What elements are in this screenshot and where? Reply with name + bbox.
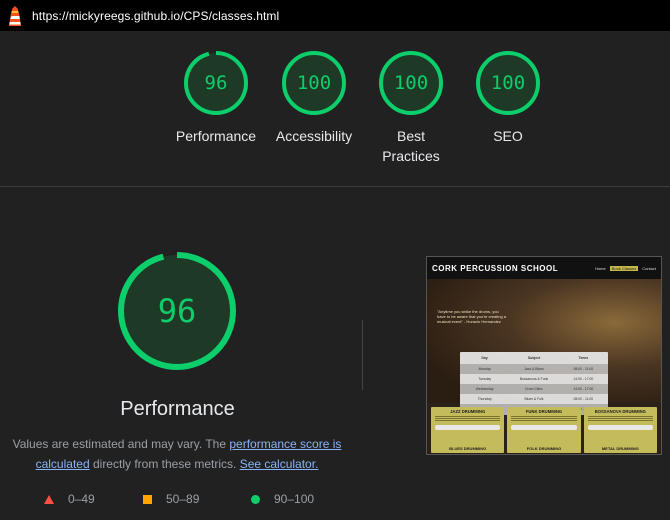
gauge-circle: 100 bbox=[378, 50, 444, 116]
card-text-line bbox=[511, 418, 577, 419]
thumb-nav-contact: Contact bbox=[642, 265, 656, 271]
gauge-label: Best Practices bbox=[382, 128, 440, 164]
table-cell: Jazz & Blues bbox=[524, 367, 544, 371]
performance-description: Values are estimated and may vary. The p… bbox=[12, 434, 342, 474]
performance-title: Performance bbox=[120, 398, 235, 420]
card-title: BOSSANOVA DRUMMING bbox=[594, 409, 646, 414]
legend-range: 50–89 bbox=[166, 492, 200, 506]
table-header-cell: Day bbox=[481, 356, 488, 360]
category-gauges: 96 Performance 100 Accessibility 100 Bes… bbox=[0, 50, 670, 180]
thumb-nav-book: Book Classes bbox=[609, 265, 639, 271]
table-header-cell: Subject bbox=[527, 356, 541, 360]
gauge-score: 100 bbox=[296, 72, 332, 94]
table-cell: Tuesday bbox=[478, 377, 492, 381]
audio-player bbox=[511, 425, 577, 430]
card-text-line bbox=[587, 420, 653, 421]
table-row: Thursday Blues & Folk 08:00 - 11:00 bbox=[460, 394, 608, 404]
gauge-performance[interactable]: 96 Performance bbox=[166, 50, 266, 146]
page-url[interactable]: https://mickyreegs.github.io/CPS/classes… bbox=[32, 9, 279, 23]
performance-score: 96 bbox=[157, 292, 197, 330]
thumb-navbar: CORK PERCUSSION SCHOOL Home Book Classes… bbox=[427, 257, 661, 279]
green-circle-icon bbox=[251, 494, 260, 504]
audio-player bbox=[587, 425, 653, 430]
table-row: Monday Jazz & Blues 08:00 - 11:00 bbox=[460, 364, 608, 374]
table-cell: 08:00 - 11:00 bbox=[573, 397, 594, 401]
card-text-line bbox=[587, 418, 653, 419]
card-title: FOLK DRUMMING bbox=[526, 446, 562, 451]
orange-square-icon bbox=[143, 494, 152, 504]
hero-image: "Anytime you strike the drums, you have … bbox=[427, 279, 661, 415]
table-cell: Thursday bbox=[477, 397, 492, 401]
table-cell: Wednesday bbox=[475, 387, 494, 391]
gauge-score: 100 bbox=[490, 72, 526, 94]
table-cell: 08:00 - 11:00 bbox=[573, 367, 594, 371]
card-text-line bbox=[587, 416, 653, 417]
thumb-nav-home: Home bbox=[595, 265, 606, 271]
legend-range: 90–100 bbox=[274, 492, 315, 506]
gauge-score: 96 bbox=[204, 72, 228, 94]
legend-pass: 90–100 bbox=[251, 492, 314, 506]
red-triangle-icon bbox=[44, 494, 54, 504]
legend-average: 50–89 bbox=[143, 492, 199, 506]
class-cards: JAZZ DRUMMING BLUES DRUMMING FUNK DRUMMI… bbox=[431, 407, 657, 453]
card-text-line bbox=[435, 418, 501, 419]
audio-player bbox=[435, 425, 501, 430]
gauge-best-practices[interactable]: 100 Best Practices bbox=[361, 50, 461, 166]
card-text-line bbox=[511, 420, 577, 421]
gauge-label: SEO bbox=[493, 128, 523, 144]
performance-gauge-large: 96 bbox=[116, 250, 238, 372]
table-cell: Drum Clinic bbox=[525, 387, 543, 391]
card-title: FUNK DRUMMING bbox=[525, 409, 563, 414]
card-text-line bbox=[435, 416, 501, 417]
table-header: Day Subject Times bbox=[460, 352, 608, 364]
table-cell: 14:00 - 17:00 bbox=[573, 377, 594, 381]
gauge-circle: 100 bbox=[281, 50, 347, 116]
card-title: METAL DRUMMING bbox=[601, 446, 639, 451]
class-card: JAZZ DRUMMING BLUES DRUMMING bbox=[431, 407, 505, 453]
lighthouse-icon bbox=[9, 5, 21, 26]
desc-text: directly from these metrics. bbox=[89, 457, 240, 471]
class-card: FUNK DRUMMING FOLK DRUMMING bbox=[507, 407, 581, 453]
gauge-score: 100 bbox=[393, 72, 429, 94]
desc-text: Values are estimated and may vary. The bbox=[12, 437, 230, 451]
table-header-cell: Times bbox=[578, 356, 589, 360]
legend-fail: 0–49 bbox=[44, 492, 95, 506]
card-title: JAZZ DRUMMING bbox=[450, 409, 486, 414]
gauge-circle: 96 bbox=[183, 50, 249, 116]
final-screenshot-thumbnail[interactable]: "Anytime you strike the drums, you have … bbox=[426, 256, 662, 455]
card-title: BLUES DRUMMING bbox=[449, 446, 487, 451]
gauge-label: Accessibility bbox=[275, 128, 353, 144]
hero-quote: "Anytime you strike the drums, you have … bbox=[437, 309, 507, 324]
class-card: BOSSANOVA DRUMMING METAL DRUMMING bbox=[583, 407, 657, 453]
table-cell: 14:00 - 17:00 bbox=[573, 387, 594, 391]
gauge-label: Performance bbox=[175, 128, 257, 144]
section-divider bbox=[0, 186, 670, 187]
thumb-brand: CORK PERCUSSION SCHOOL bbox=[432, 263, 559, 273]
table-cell: Blues & Folk bbox=[524, 397, 544, 401]
gauge-accessibility[interactable]: 100 Accessibility bbox=[264, 50, 364, 146]
table-cell: Monday bbox=[478, 367, 491, 371]
table-row: Tuesday Bossanova & Funk 14:00 - 17:00 bbox=[460, 374, 608, 384]
schedule-table: Day Subject Times Monday Jazz & Blues 08… bbox=[460, 352, 608, 415]
vertical-separator bbox=[362, 320, 363, 390]
legend-range: 0–49 bbox=[68, 492, 95, 506]
browser-topbar: https://mickyreegs.github.io/CPS/classes… bbox=[0, 0, 670, 31]
card-text-line bbox=[435, 420, 501, 421]
thumb-nav-links: Home Book Classes Contact bbox=[595, 265, 656, 271]
table-row: Wednesday Drum Clinic 14:00 - 17:00 bbox=[460, 384, 608, 394]
gauge-seo[interactable]: 100 SEO bbox=[458, 50, 558, 146]
gauge-circle: 100 bbox=[475, 50, 541, 116]
card-text-line bbox=[511, 416, 577, 417]
see-calculator-link[interactable]: See calculator. bbox=[240, 457, 319, 471]
table-cell: Bossanova & Funk bbox=[519, 377, 549, 381]
